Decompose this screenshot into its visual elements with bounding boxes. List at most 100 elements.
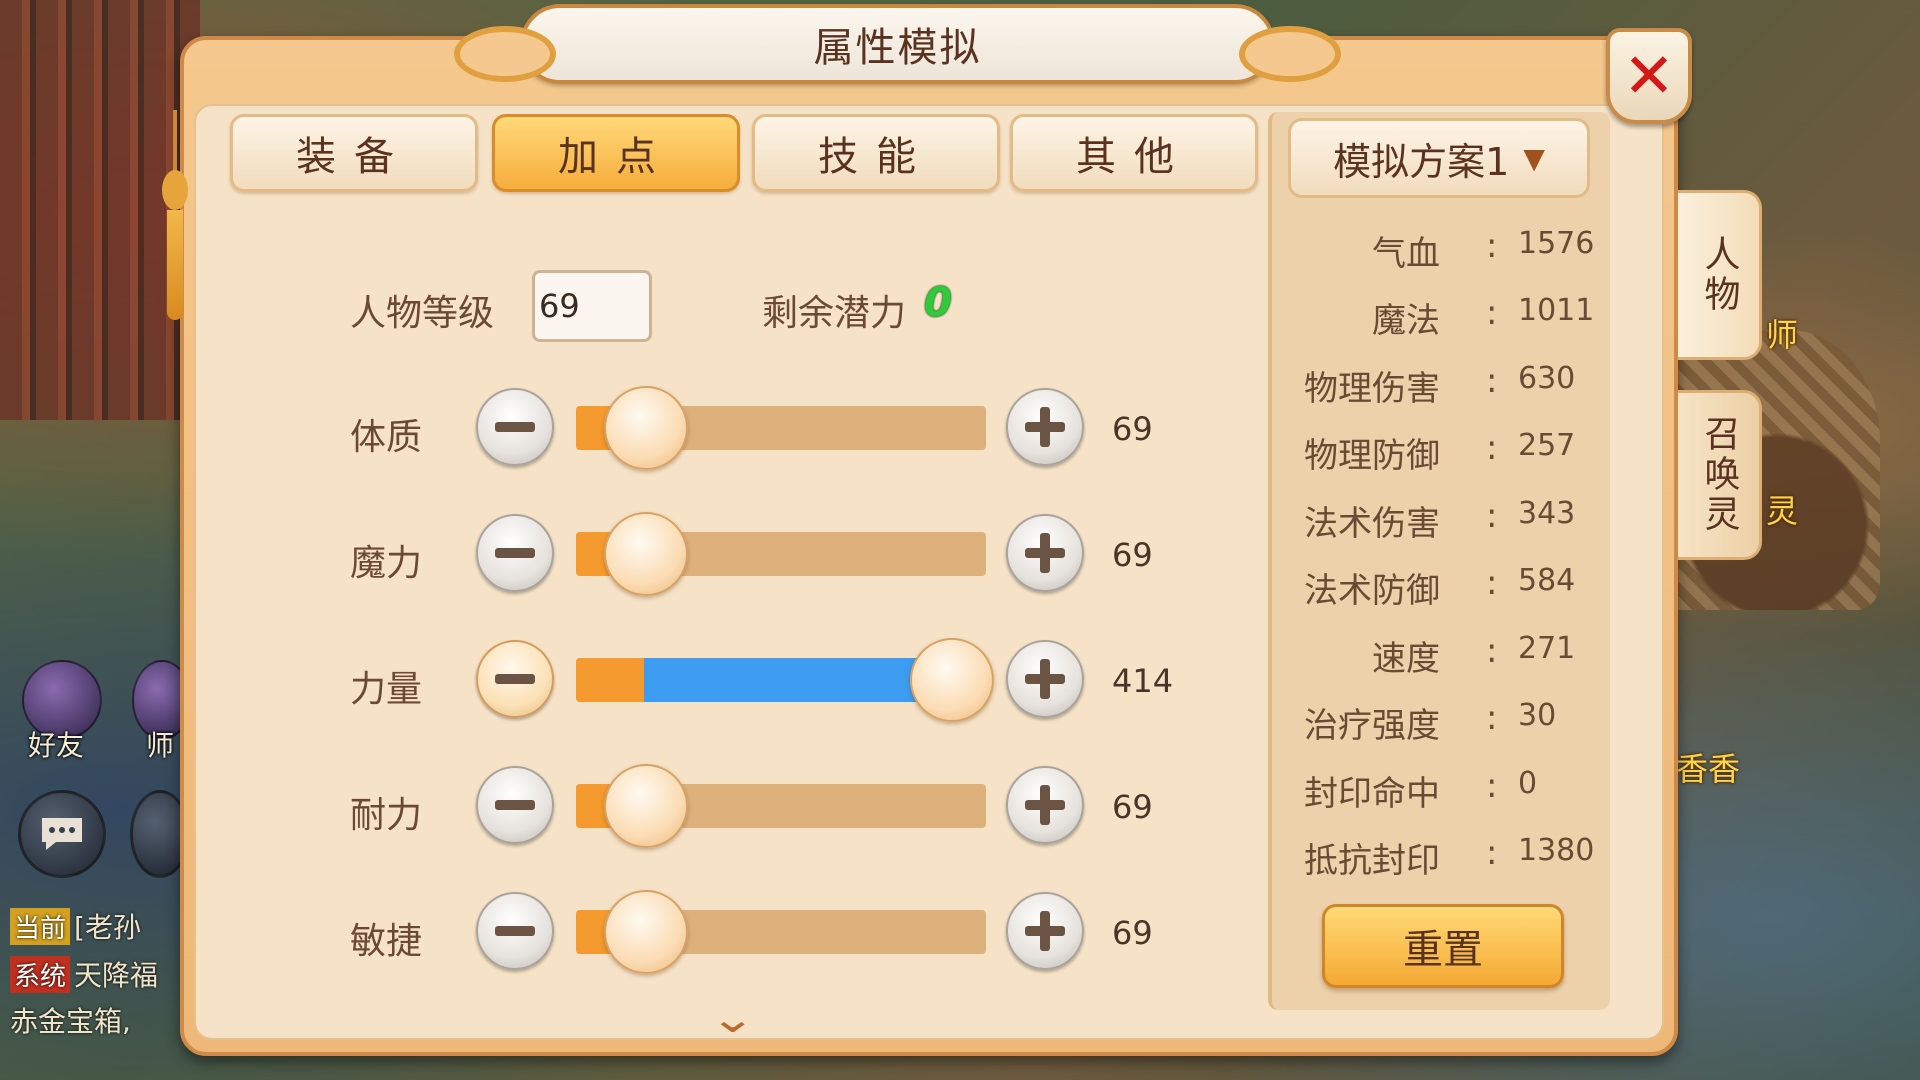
reset-label: 重置 bbox=[1403, 927, 1483, 973]
chat-tag: 当前 bbox=[10, 908, 71, 945]
slider-handle[interactable] bbox=[604, 764, 688, 848]
decrease-button[interactable] bbox=[476, 766, 554, 844]
stat-value: 30 bbox=[1518, 698, 1557, 733]
attr-slider[interactable] bbox=[576, 638, 994, 722]
plus-icon bbox=[1025, 659, 1065, 699]
tab-label: 其他 bbox=[1076, 134, 1192, 180]
tab-label: 加点 bbox=[558, 134, 674, 180]
stat-row: 物理伤害:630 bbox=[1304, 361, 1576, 409]
decrease-button[interactable] bbox=[476, 514, 554, 592]
hud-friend-label[interactable]: 好友 bbox=[28, 724, 84, 764]
stat-row: 抵抗封印:1380 bbox=[1304, 833, 1595, 881]
attr-slider[interactable] bbox=[576, 386, 986, 470]
tab-other[interactable]: 其他 bbox=[1010, 114, 1258, 192]
chat-bubble-icon[interactable] bbox=[18, 790, 106, 878]
side-tab-character[interactable]: 人物 bbox=[1678, 190, 1762, 360]
minus-icon bbox=[495, 800, 535, 810]
increase-button[interactable] bbox=[1006, 892, 1084, 970]
decrease-button[interactable] bbox=[476, 892, 554, 970]
increase-button[interactable] bbox=[1006, 388, 1084, 466]
stat-row: 法术防御:584 bbox=[1304, 563, 1576, 611]
side-tab-summon[interactable]: 召唤灵 bbox=[1678, 390, 1762, 560]
attr-label: 力量 bbox=[350, 669, 423, 710]
minus-icon bbox=[495, 674, 535, 684]
hud-master-label[interactable]: 师 bbox=[146, 724, 174, 764]
stat-label: 魔法 bbox=[1372, 301, 1440, 341]
increase-button[interactable] bbox=[1006, 514, 1084, 592]
slider-handle[interactable] bbox=[604, 386, 688, 470]
stat-label: 治疗强度 bbox=[1304, 706, 1440, 746]
slider-handle[interactable] bbox=[910, 638, 994, 722]
stat-label: 物理防御 bbox=[1304, 436, 1440, 476]
attr-label: 魔力 bbox=[350, 543, 423, 584]
chevron-down-icon: ▼ bbox=[1523, 141, 1545, 175]
stat-value: 1576 bbox=[1518, 226, 1595, 261]
minus-icon bbox=[495, 548, 535, 558]
close-icon: ✕ bbox=[1623, 39, 1675, 112]
tassel-decoration bbox=[160, 110, 190, 320]
stat-label: 物理伤害 bbox=[1304, 369, 1440, 409]
tab-label: 技能 bbox=[818, 134, 934, 180]
attr-value: 414 bbox=[1112, 662, 1174, 700]
side-tab-label: 人物 bbox=[1698, 235, 1740, 315]
reset-button[interactable]: 重置 bbox=[1322, 904, 1564, 988]
slider-handle[interactable] bbox=[604, 890, 688, 974]
attr-slider[interactable] bbox=[576, 512, 986, 596]
attr-value: 69 bbox=[1112, 788, 1153, 826]
chat-line: 赤金宝箱, bbox=[10, 1000, 131, 1040]
attr-value: 69 bbox=[1112, 536, 1153, 574]
stat-label: 法术防御 bbox=[1304, 571, 1440, 611]
close-button[interactable]: ✕ bbox=[1606, 28, 1692, 124]
plus-icon bbox=[1025, 407, 1065, 447]
world-label: 师 bbox=[1766, 316, 1799, 354]
stat-label: 速度 bbox=[1372, 639, 1440, 679]
attr-slider[interactable] bbox=[576, 764, 986, 848]
plus-icon bbox=[1025, 911, 1065, 951]
stat-row: 治疗强度:30 bbox=[1304, 698, 1557, 746]
decrease-button[interactable] bbox=[476, 388, 554, 466]
stat-value: 584 bbox=[1518, 563, 1576, 598]
stat-value: 1380 bbox=[1518, 833, 1595, 868]
stat-row: 物理防御:257 bbox=[1304, 428, 1576, 476]
increase-button[interactable] bbox=[1006, 766, 1084, 844]
stat-value: 343 bbox=[1518, 496, 1576, 531]
plus-icon bbox=[1025, 785, 1065, 825]
stat-row: 法术伤害:343 bbox=[1304, 496, 1576, 544]
chat-text: 天降福 bbox=[74, 959, 159, 992]
scheme-dropdown[interactable]: 模拟方案1 ▼ bbox=[1288, 118, 1590, 198]
attr-label: 敏捷 bbox=[350, 921, 423, 962]
slider-handle[interactable] bbox=[604, 512, 688, 596]
stat-label: 抵抗封印 bbox=[1304, 841, 1440, 881]
stat-value: 1011 bbox=[1518, 293, 1595, 328]
minus-icon bbox=[495, 926, 535, 936]
plus-icon bbox=[1025, 533, 1065, 573]
minus-icon bbox=[495, 422, 535, 432]
tab-add-points[interactable]: 加点 bbox=[492, 114, 740, 192]
stat-label: 气血 bbox=[1372, 234, 1440, 274]
dialog-title: 属性模拟 bbox=[813, 25, 982, 71]
chat-tag: 系统 bbox=[10, 956, 71, 993]
chevron-down-icon[interactable]: ⌄ bbox=[709, 996, 756, 1042]
tab-equipment[interactable]: 装备 bbox=[230, 114, 478, 192]
potential-label: 剩余潜力 bbox=[762, 293, 907, 334]
stat-row: 气血:1576 bbox=[1372, 226, 1595, 274]
tab-label: 装备 bbox=[296, 134, 412, 180]
attr-value: 69 bbox=[1112, 410, 1153, 448]
stat-row: 速度:271 bbox=[1372, 631, 1576, 679]
stat-label: 封印命中 bbox=[1304, 774, 1440, 814]
attr-value: 69 bbox=[1112, 914, 1153, 952]
decrease-button[interactable] bbox=[476, 640, 554, 718]
chat-text: [老孙 bbox=[74, 911, 141, 944]
stat-value: 271 bbox=[1518, 631, 1576, 666]
level-input[interactable]: 69 bbox=[532, 270, 652, 342]
chat-line: 当前 [老孙 bbox=[10, 906, 141, 946]
attr-label: 耐力 bbox=[350, 795, 423, 836]
increase-button[interactable] bbox=[1006, 640, 1084, 718]
tab-skills[interactable]: 技能 bbox=[752, 114, 1000, 192]
scheme-selected: 模拟方案1 bbox=[1333, 139, 1510, 184]
side-tab-label: 召唤灵 bbox=[1698, 415, 1740, 535]
attr-slider[interactable] bbox=[576, 890, 986, 974]
title-plate: 属性模拟 bbox=[454, 4, 1341, 84]
level-label: 人物等级 bbox=[350, 293, 495, 334]
stat-row: 魔法:1011 bbox=[1372, 293, 1595, 341]
